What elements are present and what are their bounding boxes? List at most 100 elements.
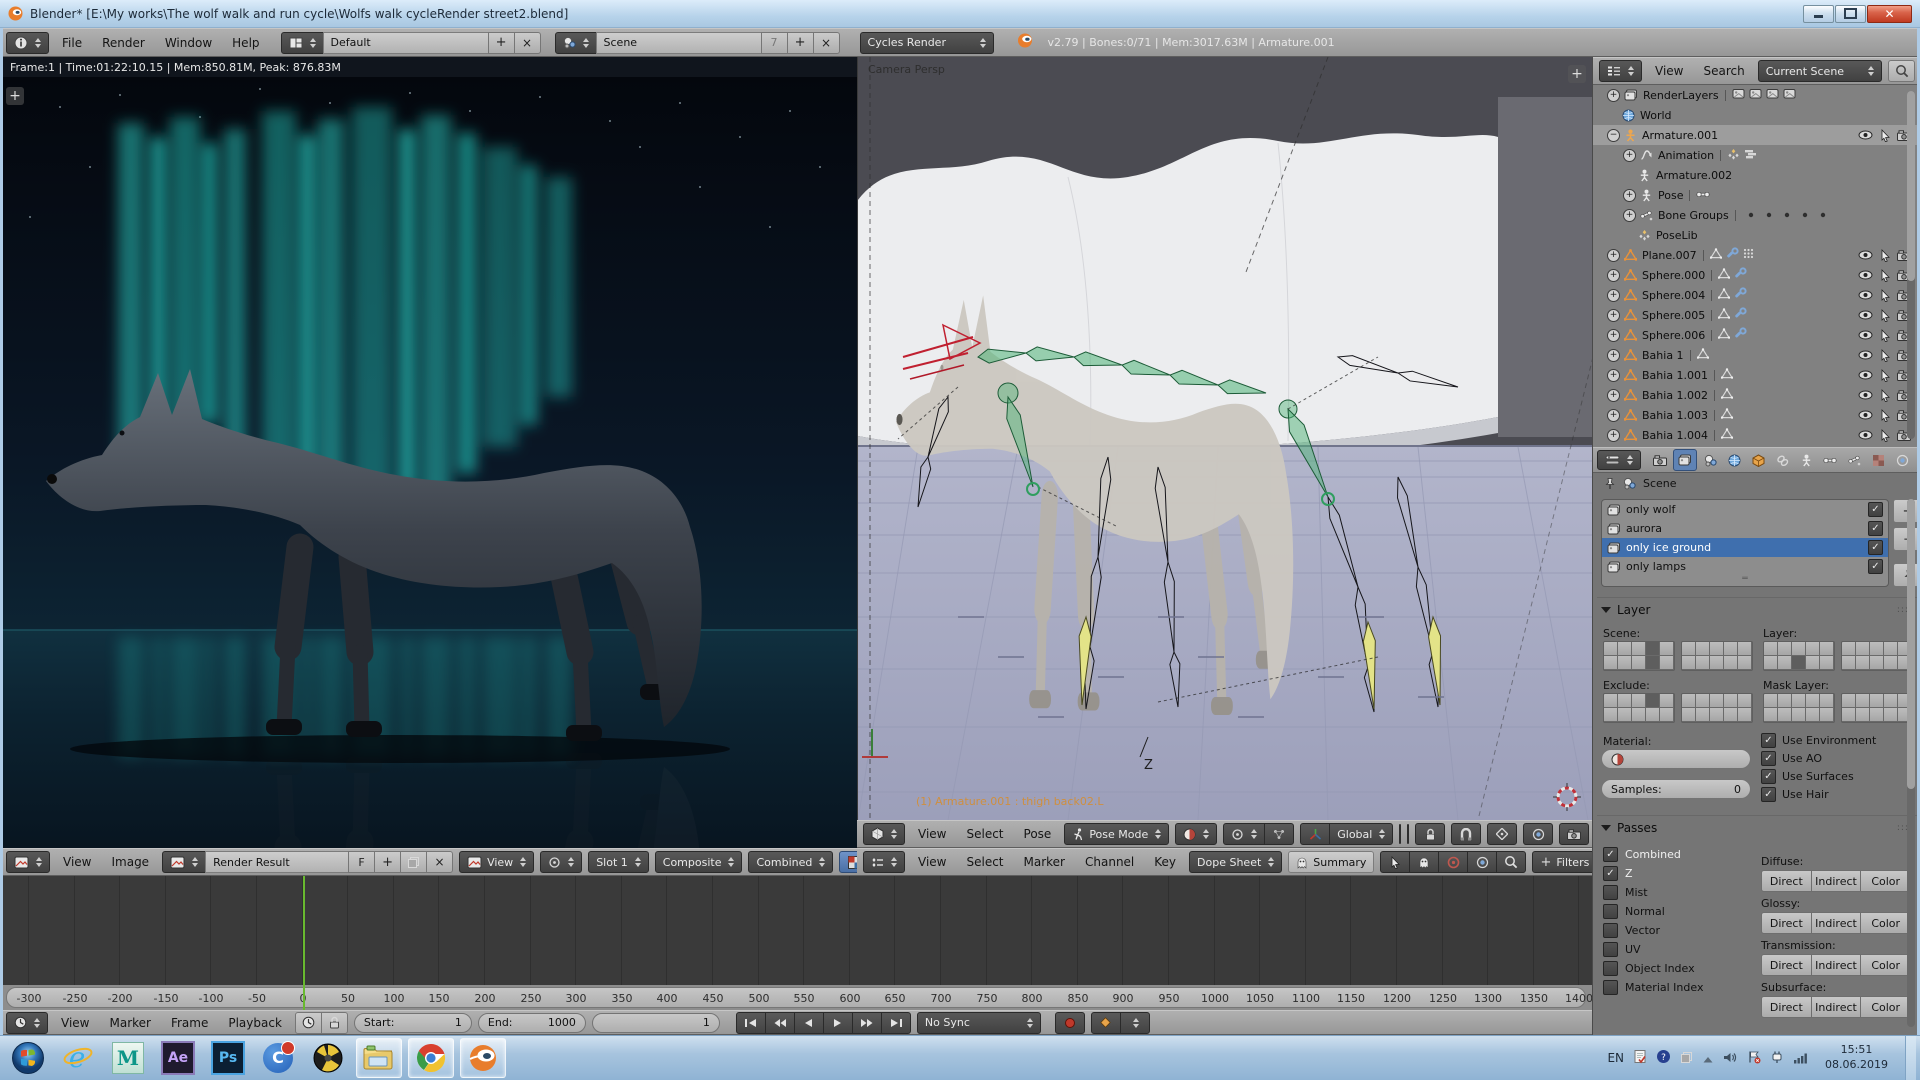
- layer-toggle-cell[interactable]: [1646, 708, 1660, 722]
- viewport-properties-plus-button[interactable]: +: [1568, 65, 1586, 83]
- layer-toggle-cell[interactable]: [1696, 656, 1710, 670]
- screen-layout-delete-button[interactable]: ×: [514, 32, 541, 54]
- cursor-arrow-button[interactable]: [1380, 851, 1410, 873]
- pass-button-indirect[interactable]: Indirect: [1811, 996, 1862, 1018]
- image-tools-plus-button[interactable]: +: [6, 87, 24, 105]
- layer-toggle-cell[interactable]: [1738, 656, 1752, 670]
- tray-up-arrow-button[interactable]: [1702, 1049, 1714, 1068]
- layer-toggle-cell[interactable]: [1632, 642, 1646, 656]
- frame-end-field[interactable]: End:1000: [478, 1013, 586, 1033]
- ghost-button[interactable]: [1409, 851, 1439, 873]
- layer-toggle-cell[interactable]: [1618, 694, 1632, 708]
- tray-window-restore-button[interactable]: [1680, 1049, 1693, 1068]
- outliner-item-poselib[interactable]: PoseLib: [1593, 225, 1920, 245]
- properties-tab-bone[interactable]: [1819, 450, 1841, 470]
- layer-toggle-cell[interactable]: [1870, 656, 1884, 670]
- layer-toggle-cell[interactable]: [1870, 708, 1884, 722]
- shading-selector[interactable]: [1175, 823, 1217, 845]
- taskbar-app-maya[interactable]: M: [106, 1039, 150, 1077]
- editor-type-selector[interactable]: [6, 32, 49, 54]
- image-unlink-button[interactable]: ×: [426, 851, 453, 873]
- outliner-item-label[interactable]: Bahia 1: [1642, 349, 1684, 362]
- frame-start-field[interactable]: Start:1: [354, 1013, 472, 1033]
- scene-field[interactable]: Scene: [596, 32, 762, 54]
- dopesheet-menu-key[interactable]: Key: [1147, 855, 1183, 869]
- mode-selector[interactable]: Pose Mode: [1064, 823, 1169, 845]
- pass-toggle-vector[interactable]: Vector: [1603, 923, 1660, 938]
- layer-toggle-cell[interactable]: [1778, 694, 1792, 708]
- viewport-menu-pose[interactable]: Pose: [1017, 827, 1059, 841]
- expand-toggle[interactable]: +: [1607, 369, 1620, 382]
- layer-toggle-cell[interactable]: [1710, 656, 1724, 670]
- record-button[interactable]: [1055, 1012, 1085, 1034]
- viewport-layers-group-2[interactable]: [1407, 824, 1409, 844]
- pass-button-direct[interactable]: Direct: [1761, 912, 1812, 934]
- properties-tab-constraints[interactable]: [1771, 450, 1793, 470]
- outliner-item-label[interactable]: Plane.007: [1642, 249, 1697, 262]
- layer-toggle-cell[interactable]: [1856, 656, 1870, 670]
- outliner-item-label[interactable]: Pose: [1658, 189, 1683, 202]
- outliner-item-bone-groups[interactable]: +Bone Groups: [1593, 205, 1920, 225]
- layer-toggle-cell[interactable]: [1632, 708, 1646, 722]
- layer-toggle-cell[interactable]: [1660, 708, 1674, 722]
- taskbar-app-internet-explorer[interactable]: e: [56, 1039, 100, 1077]
- orientation-selector[interactable]: Global: [1329, 823, 1393, 845]
- scene-add-button[interactable]: +: [787, 32, 814, 54]
- properties-tab-scene[interactable]: [1699, 450, 1721, 470]
- dopesheet-menu-channel[interactable]: Channel: [1078, 855, 1141, 869]
- outliner-item-label[interactable]: Sphere.005: [1642, 309, 1705, 322]
- option-use-surfaces[interactable]: ✓Use Surfaces: [1761, 769, 1854, 784]
- expand-toggle[interactable]: +: [1607, 349, 1620, 362]
- properties-tab-particles[interactable]: [1891, 450, 1913, 470]
- tray-power-plug-button[interactable]: [1770, 1049, 1784, 1068]
- keying-arrows-button[interactable]: [1120, 1012, 1150, 1034]
- outliner-item-label[interactable]: Bahia 1.002: [1642, 389, 1708, 402]
- expand-toggle[interactable]: +: [1607, 249, 1620, 262]
- menubar-item-window[interactable]: Window: [158, 36, 219, 50]
- screen-layout-icon-button[interactable]: [281, 32, 324, 54]
- next-keyframe-button[interactable]: [852, 1012, 882, 1034]
- tray-document-check-button[interactable]: [1633, 1049, 1647, 1068]
- layer-toggle-cell[interactable]: [1710, 708, 1724, 722]
- pass-button-color[interactable]: Color: [1860, 870, 1911, 892]
- layer-grid-a[interactable]: [1603, 693, 1675, 723]
- play-reverse-button[interactable]: [794, 1012, 824, 1034]
- proportional-button[interactable]: [1523, 823, 1553, 845]
- pass-button-color[interactable]: Color: [1860, 996, 1911, 1018]
- snap-element-button[interactable]: [1487, 823, 1517, 845]
- time-lock-button[interactable]: [321, 1012, 348, 1034]
- layer-toggle-cell[interactable]: [1764, 642, 1778, 656]
- menubar-item-file[interactable]: File: [55, 36, 89, 50]
- pass-button-indirect[interactable]: Indirect: [1811, 954, 1862, 976]
- minimize-button[interactable]: [1803, 5, 1834, 23]
- render-engine-selector[interactable]: Cycles Render: [860, 32, 994, 54]
- image-view-mode[interactable]: View: [459, 851, 534, 873]
- scene-delete-button[interactable]: ×: [813, 32, 840, 54]
- timeline-scrollbar[interactable]: -300-250-200-150-100-5005010015020025030…: [6, 987, 1586, 1008]
- image-browse-button[interactable]: [162, 851, 206, 873]
- outliner-item-label[interactable]: Sphere.006: [1642, 329, 1705, 342]
- timeline-editor-type-selector[interactable]: [6, 1012, 48, 1034]
- layer-grid-b[interactable]: [1681, 693, 1753, 723]
- taskbar-app-file-explorer[interactable]: [356, 1038, 402, 1078]
- layer-toggle-cell[interactable]: [1842, 694, 1856, 708]
- image-editor-type-selector[interactable]: [6, 851, 50, 873]
- jump-first-button[interactable]: [736, 1012, 766, 1034]
- summary-toggle[interactable]: Summary: [1288, 851, 1374, 873]
- dopesheet-menu-view[interactable]: View: [911, 855, 953, 869]
- layer-toggle-cell[interactable]: [1792, 656, 1806, 670]
- viewport-editor-type-selector[interactable]: [863, 823, 905, 845]
- render-layer-enable-checkbox[interactable]: ✓: [1868, 521, 1883, 536]
- outliner-scope-selector[interactable]: Current Scene: [1758, 60, 1882, 82]
- outliner-editor-type-selector[interactable]: [1599, 60, 1642, 82]
- pass-button-direct[interactable]: Direct: [1761, 870, 1812, 892]
- timeline-ruler[interactable]: -300-250-200-150-100-5005010015020025030…: [0, 985, 1592, 1010]
- proportional-sphere-button[interactable]: [1467, 851, 1497, 873]
- viewport-menu-view[interactable]: View: [911, 827, 953, 841]
- layer-toggle-cell[interactable]: [1696, 708, 1710, 722]
- layer-panel-header[interactable]: Layer::::: [1601, 603, 1913, 617]
- layer-toggle-cell[interactable]: [1724, 708, 1738, 722]
- pass-button-indirect[interactable]: Indirect: [1811, 912, 1862, 934]
- layer-toggle-cell[interactable]: [1724, 642, 1738, 656]
- outliner-item-label[interactable]: RenderLayers: [1643, 89, 1719, 102]
